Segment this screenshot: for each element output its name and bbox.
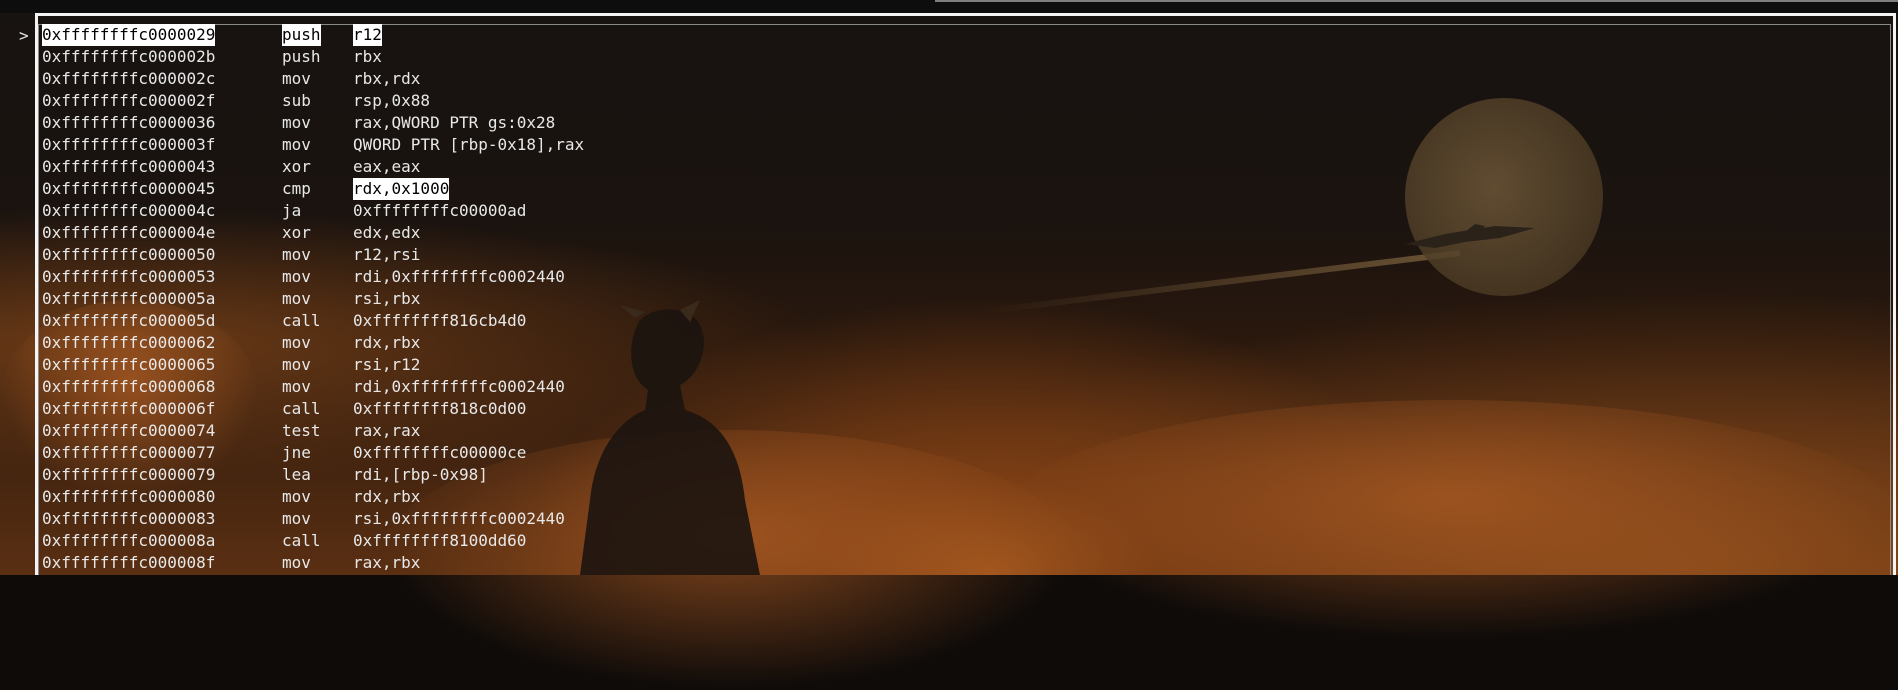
instruction-operands: eax,eax — [353, 157, 421, 176]
instruction-mnemonic: push — [282, 47, 321, 66]
instruction-address: 0xffffffffc000005a — [42, 289, 216, 308]
instruction-operands: rdx,0x1000 — [353, 178, 450, 200]
instruction-mnemonic: mov — [282, 355, 311, 374]
instruction-operands: 0xffffffffc00000ad — [353, 201, 527, 220]
instruction-address: 0xffffffffc000004e — [42, 223, 216, 242]
instruction-address: 0xffffffffc0000043 — [42, 157, 216, 176]
instruction-mnemonic: mov — [282, 267, 311, 286]
instruction-address: 0xffffffffc0000083 — [42, 509, 216, 528]
instruction-operands: rsi,r12 — [353, 355, 421, 374]
instruction-operands: rdx,rbx — [353, 487, 421, 506]
instruction-operands: r12,rsi — [353, 245, 421, 264]
instruction-mnemonic: cmp — [282, 179, 311, 198]
instruction-address: 0xffffffffc0000050 — [42, 245, 216, 264]
instruction-mnemonic: mov — [282, 245, 311, 264]
instruction-address: 0xffffffffc0000077 — [42, 443, 216, 462]
instruction-address: 0xffffffffc0000080 — [42, 487, 216, 506]
instruction-mnemonic: call — [282, 531, 321, 550]
current-instruction-marker: > — [19, 26, 29, 45]
instruction-address: 0xffffffffc0000036 — [42, 113, 216, 132]
instruction-address: 0xffffffffc000002b — [42, 47, 216, 66]
tab-indicator — [935, 0, 1898, 2]
instruction-address: 0xffffffffc000008f — [42, 553, 216, 572]
instruction-address: 0xffffffffc000004c — [42, 201, 216, 220]
instruction-mnemonic: xor — [282, 223, 311, 242]
instruction-mnemonic: mov — [282, 487, 311, 506]
instruction-mnemonic: mov — [282, 135, 311, 154]
instruction-operands: 0xffffffff816cb4d0 — [353, 311, 527, 330]
instruction-operands: rax,rax — [353, 421, 421, 440]
instruction-operands: rax,QWORD PTR gs:0x28 — [353, 113, 556, 132]
disassembly-pane-border — [38, 24, 1891, 575]
instruction-mnemonic: mov — [282, 509, 311, 528]
instruction-mnemonic: sub — [282, 91, 311, 110]
instruction-address: 0xffffffffc0000062 — [42, 333, 216, 352]
instruction-operands: r12 — [353, 24, 382, 46]
instruction-mnemonic: call — [282, 311, 321, 330]
top-bar — [0, 0, 1898, 13]
instruction-operands: rdi,0xffffffffc0002440 — [353, 377, 565, 396]
instruction-operands: rdi,[rbp-0x98] — [353, 465, 488, 484]
instruction-mnemonic: call — [282, 399, 321, 418]
instruction-address: 0xffffffffc0000065 — [42, 355, 216, 374]
instruction-mnemonic: ja — [282, 201, 302, 220]
instruction-address: 0xffffffffc000002f — [42, 91, 216, 110]
instruction-operands: rsi,0xffffffffc0002440 — [353, 509, 565, 528]
instruction-address: 0xffffffffc0000053 — [42, 267, 216, 286]
instruction-mnemonic: mov — [282, 377, 311, 396]
instruction-address: 0xffffffffc0000045 — [42, 179, 216, 198]
instruction-address: 0xffffffffc0000029 — [42, 24, 216, 46]
instruction-mnemonic: jne — [282, 443, 311, 462]
instruction-operands: rsi,rbx — [353, 289, 421, 308]
instruction-address: 0xffffffffc000002c — [42, 69, 216, 88]
instruction-address: 0xffffffffc000008a — [42, 531, 216, 550]
instruction-operands: edx,edx — [353, 223, 421, 242]
instruction-operands: rdx,rbx — [353, 333, 421, 352]
instruction-mnemonic: mov — [282, 113, 311, 132]
instruction-operands: rsp,0x88 — [353, 91, 431, 110]
instruction-mnemonic: mov — [282, 69, 311, 88]
instruction-mnemonic: push — [282, 24, 321, 46]
instruction-operands: QWORD PTR [rbp-0x18],rax — [353, 135, 585, 154]
instruction-operands: 0xffffffff818c0d00 — [353, 399, 527, 418]
instruction-address: 0xffffffffc0000068 — [42, 377, 216, 396]
instruction-mnemonic: test — [282, 421, 321, 440]
instruction-mnemonic: mov — [282, 553, 311, 572]
instruction-mnemonic: mov — [282, 333, 311, 352]
instruction-address: 0xffffffffc000003f — [42, 135, 216, 154]
instruction-address: 0xffffffffc000006f — [42, 399, 216, 418]
instruction-mnemonic: xor — [282, 157, 311, 176]
instruction-operands: rdi,0xffffffffc0002440 — [353, 267, 565, 286]
instruction-mnemonic: lea — [282, 465, 311, 484]
instruction-address: 0xffffffffc0000079 — [42, 465, 216, 484]
instruction-operands: 0xffffffffc00000ce — [353, 443, 527, 462]
instruction-operands: rbx — [353, 47, 382, 66]
instruction-operands: rax,rbx — [353, 553, 421, 572]
instruction-operands: rbx,rdx — [353, 69, 421, 88]
instruction-address: 0xffffffffc000005d — [42, 311, 216, 330]
instruction-address: 0xffffffffc0000074 — [42, 421, 216, 440]
instruction-mnemonic: mov — [282, 289, 311, 308]
instruction-operands: 0xffffffff8100dd60 — [353, 531, 527, 550]
